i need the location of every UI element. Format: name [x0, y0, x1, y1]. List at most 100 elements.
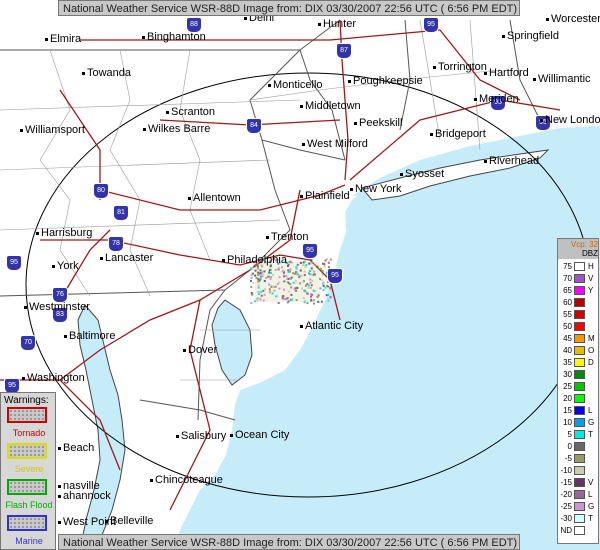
legend-swatch	[574, 394, 585, 403]
map-footer-banner: National Weather Service WSR-88D Image f…	[58, 534, 520, 550]
city-label: Towanda	[82, 67, 131, 79]
city-label: Chincoteague	[150, 474, 223, 486]
city-label: Peekskill	[354, 117, 402, 129]
highway-shield: 95	[327, 268, 343, 284]
city-label: Dover	[183, 344, 217, 356]
legend-row: 25	[558, 381, 598, 392]
legend-code: H	[588, 262, 594, 271]
legend-swatch	[574, 322, 585, 331]
legend-code: Y	[588, 286, 594, 295]
city-label: Philadelphia	[222, 254, 287, 266]
tornado-warning-label: Tornado	[12, 428, 46, 438]
legend-code: L	[588, 490, 593, 499]
legend-row: -5	[558, 453, 598, 464]
city-label: Allentown	[188, 192, 241, 204]
city-label: Riverhead	[484, 155, 539, 167]
city-label: Trenton	[266, 231, 309, 243]
legend-value: 30	[563, 370, 572, 379]
highway-shield: 80	[93, 183, 109, 199]
legend-value: 20	[563, 394, 572, 403]
legend-swatch	[574, 298, 585, 307]
legend-row: 65 Y	[558, 285, 598, 296]
legend-code: V	[588, 478, 594, 487]
legend-row: 45 M	[558, 333, 598, 344]
legend-row: 5T	[558, 429, 598, 440]
flash-flood-warning-label: Flash Flood	[5, 500, 53, 510]
legend-value: 70	[563, 274, 572, 283]
city-label: Springfield	[502, 30, 559, 42]
city-label: Binghamton	[142, 31, 206, 43]
city-label: Middletown	[300, 100, 361, 112]
city-label: Hunter	[318, 18, 356, 30]
legend-swatch	[574, 274, 585, 283]
legend-value: -10	[560, 466, 572, 475]
legend-row: 40 O	[558, 345, 598, 356]
legend-row: 30	[558, 369, 598, 380]
city-label: Harrisburg	[36, 227, 92, 239]
legend-swatch	[574, 514, 585, 523]
legend-row: ND	[558, 525, 598, 536]
city-label: Syosset	[400, 168, 444, 180]
legend-row: 35 D	[558, 357, 598, 368]
map-title-banner: National Weather Service WSR-88D Image f…	[58, 0, 520, 16]
legend-swatch	[574, 526, 585, 535]
legend-row: 50	[558, 321, 598, 332]
legend-value: 75	[563, 262, 572, 271]
delaware-bay	[211, 299, 253, 386]
legend-swatch	[574, 406, 585, 415]
legend-swatch	[574, 478, 585, 487]
legend-row: 20	[558, 393, 598, 404]
legend-row: 70 V	[558, 273, 598, 284]
city-label: Beach	[58, 442, 94, 454]
city-label: Belleville	[105, 515, 153, 527]
legend-value: 0	[567, 442, 572, 451]
legend-value: 60	[563, 298, 572, 307]
legend-code: V	[588, 274, 594, 283]
legend-row: 60	[558, 297, 598, 308]
city-label: Ocean City	[230, 429, 289, 441]
legend-row: -10	[558, 465, 598, 476]
city-label: Hartford	[484, 67, 529, 79]
city-label: Meriden	[474, 93, 519, 105]
legend-swatch	[574, 358, 585, 367]
city-label: York	[52, 260, 79, 272]
legend-row: -30 T	[558, 513, 598, 524]
legend-row: 75 H	[558, 261, 598, 272]
city-label: Atlantic City	[300, 320, 363, 332]
city-label: Baltimore	[64, 330, 115, 342]
legend-value: 25	[563, 382, 572, 391]
city-label: Wilkes Barre	[143, 123, 210, 135]
warnings-title: Warnings:	[4, 395, 49, 406]
legend-value: 5	[567, 430, 572, 439]
city-label: Elmira	[45, 33, 81, 45]
legend-swatch	[574, 490, 585, 499]
legend-value: 65	[563, 286, 572, 295]
legend-value: 55	[563, 310, 572, 319]
legend-swatch	[574, 262, 585, 271]
city-label: New York	[350, 183, 401, 195]
warnings-panel: Warnings: Tornado Severe Flash Flood Mar…	[0, 392, 56, 550]
city-label: Bridgeport	[430, 128, 486, 140]
legend-code: O	[588, 346, 595, 355]
legend-swatch	[574, 430, 585, 439]
city-label: Westminster	[24, 301, 90, 313]
legend-code: L	[588, 406, 593, 415]
city-label: Willimantic	[533, 73, 591, 85]
highway-shield: 87	[336, 43, 352, 59]
legend-row: -15 V	[558, 477, 598, 488]
radar-echoes	[255, 262, 320, 302]
legend-swatch	[574, 346, 585, 355]
legend-row: 15 L	[558, 405, 598, 416]
city-label: Plainfield	[300, 190, 350, 202]
highway-shield: 70	[20, 335, 36, 351]
tornado-warning-swatch	[7, 407, 47, 423]
legend-row: 55	[558, 309, 598, 320]
legend-row: 0	[558, 441, 598, 452]
dbz-legend: Vcp: 32 DBZ 75 H 70 V 65 Y 60 55 50 45 M 40 O 35 D 30 25…	[557, 238, 599, 544]
legend-row: -25 G	[558, 501, 598, 512]
legend-value: 45	[563, 334, 572, 343]
flash-flood-warning-swatch	[7, 479, 47, 495]
city-label: Worcester	[546, 13, 600, 25]
legend-value: 10	[563, 418, 572, 427]
severe-warning-label: Severe	[14, 464, 44, 474]
